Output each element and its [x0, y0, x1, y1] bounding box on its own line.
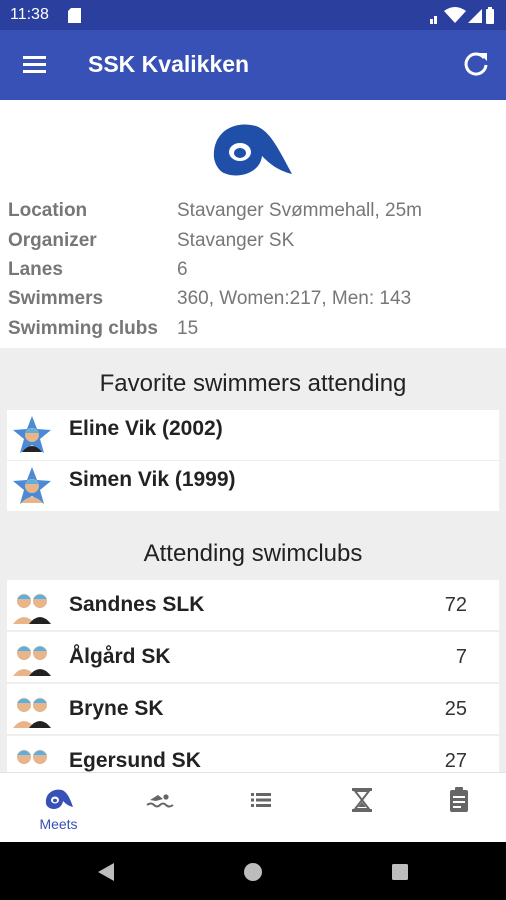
- info-value: Stavanger SK: [177, 230, 295, 251]
- info-label: Swimmers: [8, 288, 104, 309]
- favorite-swimmer-row[interactable]: Simen Vik (1999): [7, 461, 499, 511]
- club-row[interactable]: Ålgård SK 7: [7, 632, 499, 682]
- club-name: Sandnes SLK: [69, 593, 205, 616]
- nav-item-clipboard[interactable]: [408, 773, 506, 843]
- club-row[interactable]: Bryne SK 25: [7, 684, 499, 734]
- info-label: Organizer: [8, 230, 97, 251]
- nav-label-meets: Meets: [39, 816, 78, 832]
- status-bar: 11:38: [0, 0, 506, 30]
- battery-icon: [486, 7, 494, 24]
- status-icons: [430, 7, 494, 24]
- app-bar: SSK Kvalikken: [0, 30, 506, 100]
- status-time: 11:38: [10, 6, 49, 23]
- sd-card-icon: [68, 8, 81, 23]
- club-swimmer-count: 72: [444, 594, 467, 616]
- club-name: Bryne SK: [69, 697, 164, 720]
- meet-info-card: Location Stavanger Svømmehall, 25m Organ…: [0, 100, 506, 348]
- club-swimmers-icon: [17, 750, 47, 764]
- favorite-swimmer-name: Eline Vik (2002): [69, 417, 223, 440]
- info-value: 6: [177, 259, 188, 280]
- refresh-icon[interactable]: [460, 48, 492, 80]
- club-row[interactable]: Egersund SK 27: [7, 736, 499, 772]
- favorites-heading: Favorite swimmers attending: [99, 370, 407, 397]
- club-swimmer-count: 25: [444, 698, 467, 720]
- wifi-icon: [444, 7, 466, 23]
- swimmer-icon: [146, 794, 174, 808]
- clubs-heading: Attending swimclubs: [143, 540, 363, 567]
- app-title: SSK Kvalikken: [88, 51, 250, 77]
- info-label: Swimming clubs: [8, 318, 158, 339]
- info-label: Location: [8, 200, 88, 221]
- cell-signal-icon: [468, 9, 482, 23]
- male-swimmer-star-icon: [13, 467, 51, 504]
- hourglass-icon: [352, 788, 372, 812]
- info-label: Lanes: [8, 259, 63, 280]
- nav-item-meets[interactable]: Meets: [8, 773, 109, 843]
- club-swimmers-icon: [13, 594, 51, 624]
- info-value: 360, Women:217, Men: 143: [177, 288, 412, 309]
- nav-item-swimmers[interactable]: [109, 773, 210, 843]
- list-icon: [251, 793, 271, 807]
- club-name: Egersund SK: [69, 749, 201, 772]
- menu-button[interactable]: [20, 52, 50, 78]
- home-icon[interactable]: [241, 860, 265, 884]
- clipboard-icon: [450, 787, 468, 812]
- club-swimmers-icon: [13, 698, 51, 728]
- recents-icon[interactable]: [388, 860, 412, 884]
- swim-club-logo: [213, 124, 292, 176]
- club-swimmer-count: 27: [444, 750, 467, 772]
- info-value: Stavanger Svømmehall, 25m: [177, 200, 422, 221]
- favorite-swimmer-name: Simen Vik (1999): [69, 468, 236, 491]
- signal-bars-icon: [430, 16, 437, 24]
- club-swimmer-count: 7: [455, 646, 467, 668]
- club-swimmers-icon: [13, 646, 51, 676]
- info-value: 15: [177, 318, 199, 339]
- club-row[interactable]: Sandnes SLK 72: [7, 580, 499, 630]
- back-icon[interactable]: [94, 860, 118, 884]
- female-swimmer-star-icon: [13, 416, 51, 453]
- system-navigation-bar: [0, 842, 506, 900]
- favorite-swimmer-row[interactable]: Eline Vik (2002): [7, 410, 499, 460]
- nav-item-results-list[interactable]: [210, 773, 311, 843]
- bottom-navigation: Meets: [0, 772, 506, 842]
- nav-item-heats[interactable]: [311, 773, 412, 843]
- meets-wave-icon: [45, 789, 73, 809]
- meet-details: Location Stavanger Svømmehall, 25m Organ…: [0, 100, 506, 772]
- club-name: Ålgård SK: [69, 645, 171, 668]
